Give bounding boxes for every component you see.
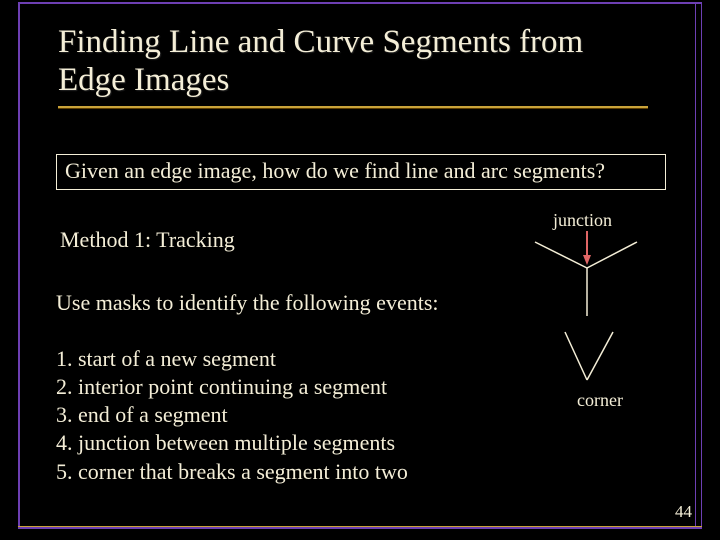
slide: Finding Line and Curve Segments from Edg… xyxy=(0,0,720,540)
page-number: 44 xyxy=(675,502,692,522)
corner-ray-left xyxy=(565,332,587,380)
title-area: Finding Line and Curve Segments from Edg… xyxy=(58,24,658,109)
list-item: 5. corner that breaks a segment into two xyxy=(56,458,408,486)
segments-diagram xyxy=(505,206,695,426)
corner-ray-right xyxy=(587,332,613,380)
title-underline xyxy=(58,106,648,109)
use-masks-text: Use masks to identify the following even… xyxy=(56,290,439,316)
junction-ray-right xyxy=(587,242,637,268)
list-item: 3. end of a segment xyxy=(56,401,408,429)
frame-accent xyxy=(18,526,702,527)
frame-right-outer xyxy=(695,2,696,529)
frame-right-inner xyxy=(701,2,702,529)
method-heading: Method 1: Tracking xyxy=(60,227,235,253)
frame-top xyxy=(18,2,702,4)
question-box: Given an edge image, how do we find line… xyxy=(56,154,666,190)
frame-bottom xyxy=(18,527,702,529)
event-list: 1. start of a new segment 2. interior po… xyxy=(56,345,408,486)
junction-arrow-head xyxy=(583,255,591,265)
slide-title: Finding Line and Curve Segments from Edg… xyxy=(58,24,658,100)
junction-ray-left xyxy=(535,242,587,268)
list-item: 2. interior point continuing a segment xyxy=(56,373,408,401)
list-item: 1. start of a new segment xyxy=(56,345,408,373)
list-item: 4. junction between multiple segments xyxy=(56,429,408,457)
frame-left xyxy=(18,2,20,529)
